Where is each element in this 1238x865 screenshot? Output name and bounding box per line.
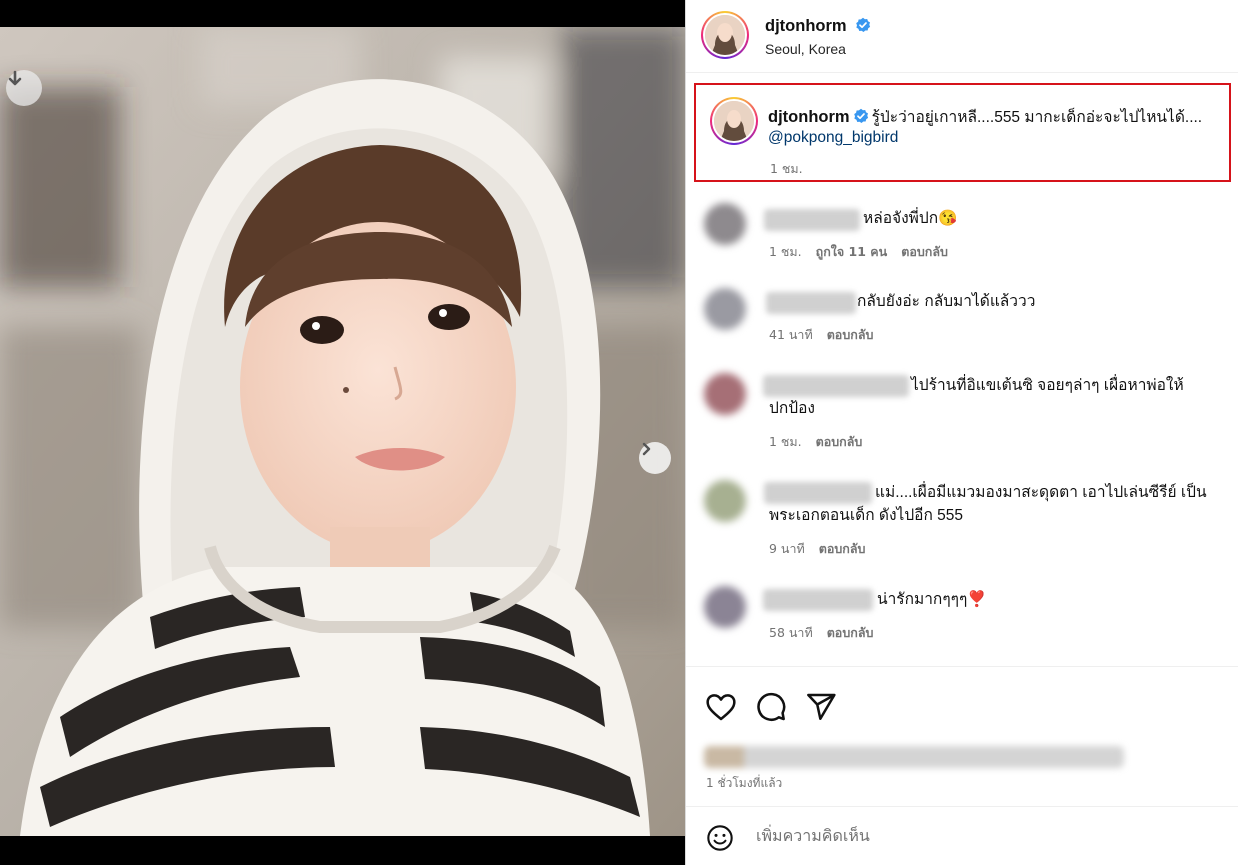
comment-item: หล่อจังพี่ปก😘 1 ชม. ถูกใจ 11 คน ตอบกลับ — [686, 195, 1238, 275]
commenter-avatar[interactable] — [704, 203, 746, 245]
verified-badge-icon — [855, 17, 870, 32]
comment-item: ไปร้านที่อิแขเต้นซิ จอยๆล่าๆ เผื่อหาพ่อใ… — [686, 365, 1238, 465]
reply-button[interactable]: ตอบกลับ — [901, 244, 948, 259]
commenter-username-blurred[interactable] — [763, 589, 873, 611]
reply-button[interactable]: ตอบกลับ — [827, 625, 874, 640]
comment-text-line2: ปกป้อง — [769, 400, 815, 417]
reply-button[interactable]: ตอบกลับ — [819, 541, 866, 556]
arrow-down-icon — [8, 70, 22, 86]
comment-time[interactable]: 1 ชม. — [769, 434, 802, 449]
comment-text: หล่อจังพี่ปก😘 — [863, 210, 958, 227]
next-photo-button[interactable] — [639, 442, 671, 474]
comment-item: น่ารักมากๆๆๆ❣️ 58 นาที ตอบกลับ — [686, 580, 1238, 660]
comment-meta: 58 นาที ตอบกลับ — [769, 623, 887, 643]
child-photo-illustration — [0, 27, 685, 836]
post-author[interactable]: djtonhorm — [765, 16, 871, 36]
caption-text-line: djtonhorm รู้ป่ะว่าอยู่เกาหลี....555 มาก… — [768, 104, 1228, 129]
post-timestamp[interactable]: 1 ชั่วโมงที่แล้ว — [706, 774, 782, 793]
comment-meta: 1 ชม. ตอบกลับ — [769, 432, 876, 452]
post-side-panel: djtonhorm Seoul, Korea djtonhorm รู้ป่ะว… — [685, 0, 1238, 865]
comment-text-line2: พระเอกตอนเด็ก ดังไปอีก 555 — [769, 507, 964, 524]
header-avatar[interactable] — [701, 11, 749, 59]
commenter-username-blurred[interactable] — [763, 375, 909, 397]
comment-meta: 41 นาที ตอบกลับ — [769, 325, 887, 345]
commenter-username-blurred[interactable] — [764, 209, 860, 231]
profile-photo-icon — [705, 15, 745, 55]
comment-text: น่ารักมากๆๆๆ❣️ — [877, 591, 987, 608]
heart-icon[interactable] — [705, 691, 737, 723]
post-header: djtonhorm Seoul, Korea — [686, 0, 1238, 73]
comment-time[interactable]: 1 ชม. — [769, 244, 802, 259]
likes-summary-blurred[interactable] — [704, 746, 1124, 768]
comment-meta: 9 นาที ตอบกลับ — [769, 539, 879, 559]
caption-mention-link[interactable]: @pokpong_bigbird — [768, 129, 898, 147]
comment-icon[interactable] — [755, 691, 787, 723]
comment-likes[interactable]: ถูกใจ 11 คน — [816, 244, 888, 259]
caption-text: รู้ป่ะว่าอยู่เกาหลี....555 มากะเด็กอ่ะจะ… — [871, 109, 1203, 126]
comment-time[interactable]: 41 นาที — [769, 327, 813, 342]
send-icon[interactable] — [805, 691, 837, 723]
comment-meta: 1 ชม. ถูกใจ 11 คน ตอบกลับ — [769, 242, 962, 262]
comment-item: กลับยังอ่ะ กลับมาได้แล้ววว 41 นาที ตอบกลั… — [686, 280, 1238, 360]
comment-time[interactable]: 9 นาที — [769, 541, 805, 556]
profile-photo-icon — [714, 101, 754, 141]
add-comment-bar — [686, 806, 1238, 865]
verified-badge-icon — [853, 108, 868, 123]
smiley-icon[interactable] — [706, 824, 734, 852]
comment-text-line1: แม่....เผื่อมีแมวมองมาสะดุดตา เอาไปเล่นซ… — [875, 484, 1207, 501]
commenter-avatar[interactable] — [704, 373, 746, 415]
comment-input[interactable] — [756, 824, 1206, 850]
comment-item: แม่....เผื่อมีแมวมองมาสะดุดตา เอาไปเล่นซ… — [686, 472, 1238, 572]
post-actions: 1 ชั่วโมงที่แล้ว — [686, 666, 1238, 806]
chevron-right-icon — [642, 442, 651, 456]
post-author-username[interactable]: djtonhorm — [765, 17, 847, 35]
comment-text-line1: ไปร้านที่อิแขเต้นซิ จอยๆล่าๆ เผื่อหาพ่อใ… — [911, 377, 1184, 394]
commenter-avatar[interactable] — [704, 288, 746, 330]
caption-timestamp[interactable]: 1 ชม. — [770, 159, 803, 179]
caption-username[interactable]: djtonhorm — [768, 108, 850, 126]
caption-highlight-box: djtonhorm รู้ป่ะว่าอยู่เกาหลี....555 มาก… — [694, 83, 1231, 182]
commenter-avatar[interactable] — [704, 586, 746, 628]
commenter-avatar[interactable] — [704, 480, 746, 522]
post-location[interactable]: Seoul, Korea — [765, 41, 846, 57]
comment-text: กลับยังอ่ะ กลับมาได้แล้ววว — [857, 293, 1036, 310]
comment-time[interactable]: 58 นาที — [769, 625, 813, 640]
post-photo[interactable] — [0, 27, 685, 836]
reply-button[interactable]: ตอบกลับ — [816, 434, 863, 449]
caption-avatar[interactable] — [710, 97, 758, 145]
reply-button[interactable]: ตอบกลับ — [827, 327, 874, 342]
commenter-username-blurred[interactable] — [766, 292, 856, 314]
download-button[interactable] — [6, 70, 42, 106]
commenter-username-blurred[interactable] — [764, 482, 872, 504]
post-media-panel — [0, 0, 685, 865]
